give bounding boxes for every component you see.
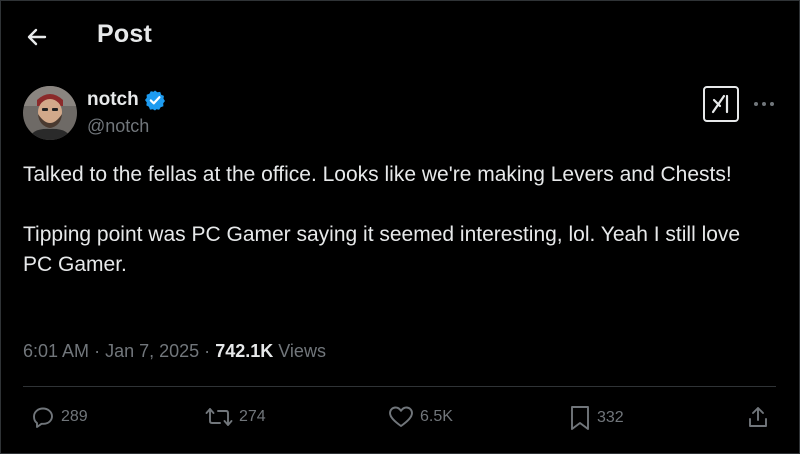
post-text: Talked to the fellas at the office. Look…: [23, 160, 763, 280]
reply-count: 289: [61, 408, 88, 425]
meta-separator: ·: [94, 341, 101, 361]
like-count: 6.5K: [420, 408, 453, 425]
share-button[interactable]: [746, 405, 770, 429]
more-options-button[interactable]: [752, 92, 776, 116]
divider: [23, 386, 776, 387]
page-title: Post: [97, 20, 152, 48]
more-horizontal-icon: [754, 102, 774, 106]
bookmark-button[interactable]: 332: [569, 405, 624, 431]
like-button[interactable]: 6.5K: [388, 405, 453, 429]
verified-badge-icon[interactable]: [144, 89, 166, 111]
views-label: Views: [278, 341, 326, 361]
views-count: 742.1K: [215, 341, 274, 361]
bookmark-count: 332: [597, 409, 624, 426]
reply-icon: [33, 407, 53, 428]
arrow-left-icon: [27, 28, 47, 46]
back-button[interactable]: [22, 22, 52, 52]
heart-icon: [389, 406, 413, 427]
post-paragraph: Tipping point was PC Gamer saying it see…: [23, 223, 741, 276]
header: Post: [0, 0, 800, 72]
author-name-row[interactable]: notch: [87, 89, 166, 111]
meta-separator: ·: [204, 341, 211, 361]
author-handle[interactable]: @notch: [87, 116, 149, 137]
grok-button[interactable]: [703, 86, 739, 122]
post-time[interactable]: 6:01 AM: [23, 341, 89, 361]
grok-icon: [711, 94, 729, 114]
bookmark-icon: [571, 406, 589, 430]
repost-button[interactable]: 274: [205, 405, 266, 429]
post-paragraph: Talked to the fellas at the office. Look…: [23, 163, 732, 186]
repost-icon: [205, 408, 233, 426]
share-icon: [749, 407, 767, 427]
avatar-image: [23, 86, 77, 140]
reply-button[interactable]: 289: [31, 405, 88, 429]
display-name[interactable]: notch: [87, 89, 139, 111]
post-meta: 6:01 AM · Jan 7, 2025 · 742.1K Views: [23, 341, 326, 362]
post-date[interactable]: Jan 7, 2025: [105, 341, 199, 361]
avatar[interactable]: [23, 86, 77, 140]
repost-count: 274: [239, 408, 266, 425]
